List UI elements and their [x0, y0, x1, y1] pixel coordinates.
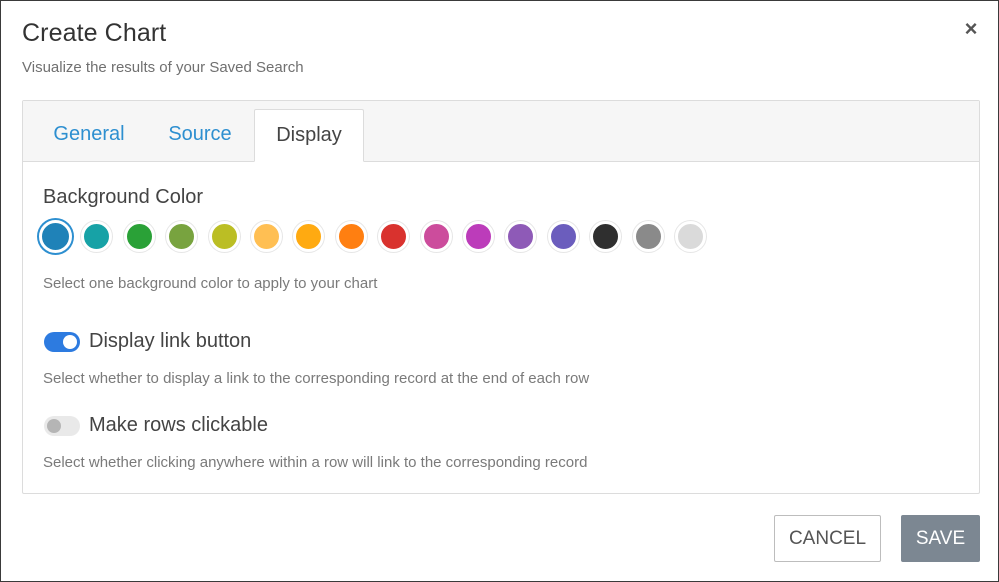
make-rows-clickable-label: Make rows clickable: [89, 414, 268, 436]
save-button[interactable]: SAVE: [901, 515, 980, 562]
color-swatch[interactable]: [420, 221, 452, 252]
background-color-help: Select one background color to apply to …: [43, 275, 378, 292]
background-color-label: Background Color: [43, 186, 204, 208]
dialog-subtitle: Visualize the results of your Saved Sear…: [22, 59, 304, 76]
color-swatch[interactable]: [463, 221, 494, 252]
display-link-button-label: Display link button: [89, 330, 252, 352]
color-swatch[interactable]: [675, 221, 706, 252]
display-link-button-help: Select whether to display a link to the …: [43, 370, 590, 387]
color-swatch[interactable]: [39, 220, 72, 253]
color-swatch[interactable]: [547, 221, 579, 252]
color-swatch[interactable]: [293, 221, 325, 252]
color-swatch[interactable]: [166, 221, 198, 252]
color-swatch[interactable]: [505, 221, 537, 252]
toggle-knob: [63, 335, 77, 349]
color-swatch[interactable]: [378, 221, 410, 252]
create-chart-dialog: Create Chart Visualize the results of yo…: [0, 0, 999, 582]
color-swatch[interactable]: [81, 221, 113, 252]
tab-source[interactable]: Source: [156, 109, 244, 161]
cancel-button[interactable]: CANCEL: [774, 515, 881, 562]
make-rows-clickable-toggle[interactable]: [44, 416, 80, 436]
toggle-knob: [47, 419, 61, 433]
tab-bar: General Source Display: [23, 101, 979, 162]
close-icon[interactable]: ×: [959, 17, 983, 41]
color-swatch[interactable]: [335, 221, 367, 252]
color-swatch[interactable]: [251, 221, 282, 252]
tab-display[interactable]: Display: [254, 109, 364, 162]
display-link-button-toggle[interactable]: [44, 332, 80, 352]
color-swatch[interactable]: [208, 221, 240, 252]
make-rows-clickable-help: Select whether clicking anywhere within …: [43, 454, 588, 471]
color-swatch[interactable]: [123, 221, 155, 252]
dialog-title: Create Chart: [22, 19, 167, 47]
color-swatch[interactable]: [590, 221, 622, 252]
settings-panel: General Source Display Background Color …: [22, 100, 980, 494]
color-swatch[interactable]: [632, 221, 664, 252]
tab-general[interactable]: General: [39, 109, 139, 161]
